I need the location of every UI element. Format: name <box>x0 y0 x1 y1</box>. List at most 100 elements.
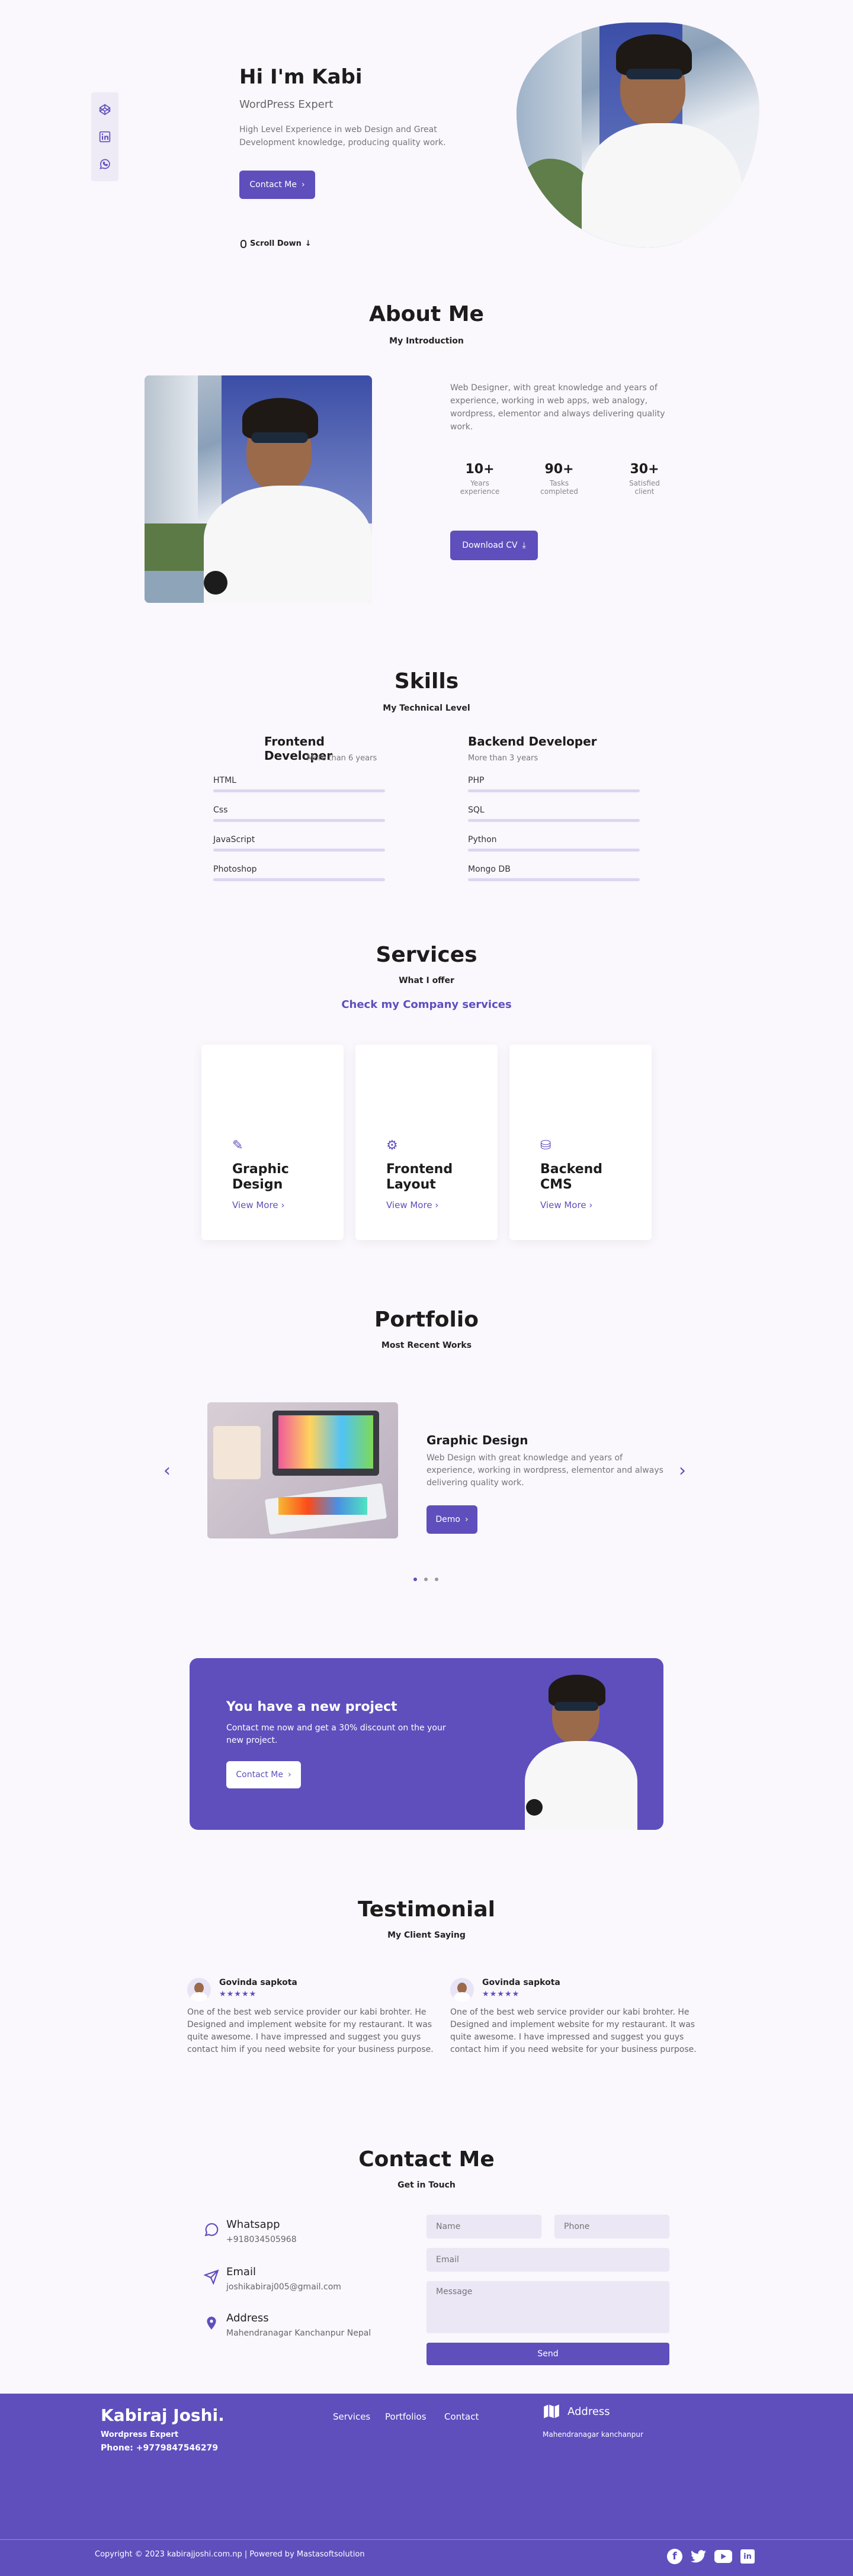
chevron-right-icon: › <box>288 1770 291 1780</box>
email-input[interactable] <box>426 2248 669 2272</box>
about-photo <box>145 375 372 603</box>
stat-label: Years <box>470 479 489 487</box>
portfolio-subtitle: Most Recent Works <box>381 1341 472 1350</box>
download-icon: ⤓ <box>522 541 526 550</box>
footer-link-services[interactable]: Services <box>333 2411 370 2422</box>
demo-label: Demo <box>435 1515 460 1524</box>
contact-whatsapp-value: +918034505968 <box>226 2235 297 2244</box>
linkedin-icon[interactable] <box>95 127 115 147</box>
service-title-line1: Graphic <box>232 1162 289 1177</box>
message-textarea[interactable] <box>426 2281 669 2333</box>
project-contact-button[interactable]: Contact Me › <box>226 1761 301 1788</box>
arrow-down-icon: ↓ <box>304 239 312 248</box>
view-more-label: View More <box>232 1200 278 1210</box>
whatsapp-icon[interactable] <box>95 154 115 174</box>
download-cv-button[interactable]: Download CV ⤓ <box>450 531 538 560</box>
send-button[interactable]: Send <box>426 2343 669 2365</box>
testimonial-name: Govinda sapkota <box>482 1978 560 1987</box>
skills-subtitle: My Technical Level <box>383 704 470 713</box>
stat-clients: 30+ Satisfied client <box>615 462 674 496</box>
scroll-down-label: Scroll Down <box>250 239 302 248</box>
view-more-link[interactable]: View More › <box>540 1200 592 1210</box>
social-sidebar <box>91 92 118 181</box>
services-subtitle: What I offer <box>399 976 454 985</box>
footer-social: f in <box>667 2549 755 2564</box>
twitter-icon[interactable] <box>691 2549 706 2564</box>
carousel-dots <box>413 1578 438 1581</box>
skill-label: Python <box>468 835 497 844</box>
skill-label: PHP <box>468 776 485 785</box>
facebook-icon[interactable]: f <box>667 2549 682 2564</box>
skill-label: Mongo DB <box>468 865 511 874</box>
view-more-link[interactable]: View More › <box>386 1200 438 1210</box>
service-title-line1: Backend <box>540 1162 603 1177</box>
scroll-down-link[interactable]: Scroll Down ↓ <box>240 239 312 248</box>
carousel-prev-button[interactable]: ‹ <box>163 1460 171 1481</box>
stat-experience: 10+ Years experience <box>450 462 509 496</box>
stat-value: 10+ <box>465 462 495 477</box>
portfolio-image <box>207 1402 398 1538</box>
stat-label: Tasks <box>549 479 569 487</box>
hero-photo <box>517 23 759 248</box>
linkedin-icon[interactable]: in <box>740 2549 755 2564</box>
contact-address-title: Address <box>226 2312 269 2324</box>
about-subtitle: My Introduction <box>389 336 464 346</box>
star-rating: ★★★★★ <box>482 1990 520 1999</box>
project-description: Contact me now and get a 30% discount on… <box>226 1723 446 1745</box>
demo-button[interactable]: Demo › <box>426 1505 477 1534</box>
service-card-backend-cms: ⛁ Backend CMS View More › <box>509 1045 652 1240</box>
backend-years: More than 3 years <box>468 754 538 763</box>
contact-email-value: joshikabiraj005@gmail.com <box>226 2282 341 2292</box>
view-more-link[interactable]: View More › <box>232 1200 284 1210</box>
stat-label: experience <box>460 487 500 496</box>
stat-value: 90+ <box>544 462 574 477</box>
carousel-dot[interactable] <box>424 1578 428 1581</box>
codepen-icon[interactable] <box>95 99 115 120</box>
carousel-dot[interactable] <box>435 1578 438 1581</box>
database-icon: ⛁ <box>540 1138 551 1153</box>
carousel-next-button[interactable]: › <box>679 1460 686 1481</box>
service-card-frontend-layout: ⚙ Frontend Layout View More › <box>355 1045 498 1240</box>
contact-address-value: Mahendranagar Kanchanpur Nepal <box>226 2328 371 2338</box>
contact-title: Contact Me <box>358 2147 495 2172</box>
skill-bar <box>213 849 385 852</box>
location-icon <box>204 2315 219 2334</box>
youtube-icon[interactable] <box>714 2550 732 2563</box>
footer-address-title: Address <box>567 2405 610 2418</box>
footer-link-portfolios[interactable]: Portfolios <box>385 2411 426 2422</box>
testimonial-title: Testimonial <box>357 1897 495 1922</box>
palette-icon: ✎ <box>232 1138 243 1153</box>
layout-icon: ⚙ <box>386 1138 398 1153</box>
footer-role: Wordpress Expert <box>101 2430 179 2439</box>
contact-email-title: Email <box>226 2266 256 2278</box>
name-input[interactable] <box>426 2215 541 2238</box>
new-project-banner: You have a new project Contact me now an… <box>190 1658 663 1830</box>
project-title: You have a new project <box>226 1700 397 1714</box>
about-description: Web Designer, with great knowledge and y… <box>450 383 665 432</box>
view-more-label: View More <box>540 1200 586 1210</box>
stat-label: client <box>634 487 655 496</box>
view-more-label: View More <box>386 1200 432 1210</box>
frontend-skills: Frontend Developer More than 6 years HTM… <box>213 734 391 882</box>
service-title: Frontend Layout <box>386 1162 475 1193</box>
testimonial-subtitle: My Client Saying <box>387 1931 466 1940</box>
portfolio-title: Portfolio <box>374 1308 479 1332</box>
footer: Kabiraj Joshi. Wordpress Expert Phone: +… <box>0 2394 853 2576</box>
hero-greeting: Hi I'm Kabi <box>239 65 363 89</box>
skill-bar <box>468 789 640 792</box>
stat-value: 30+ <box>630 462 659 477</box>
contact-me-button[interactable]: Contact Me › <box>239 171 315 199</box>
avatar <box>187 1978 211 2002</box>
footer-brand: Kabiraj Joshi. <box>101 2405 225 2425</box>
service-card-graphic-design: ✎ Graphic Design View More › <box>201 1045 344 1240</box>
contact-subtitle: Get in Touch <box>397 2180 456 2190</box>
footer-link-contact[interactable]: Contact <box>444 2411 479 2422</box>
send-label: Send <box>537 2349 559 2359</box>
services-tagline: Check my Company services <box>341 998 512 1011</box>
stat-label: Satisfied <box>629 479 660 487</box>
carousel-dot[interactable] <box>413 1578 417 1581</box>
phone-input[interactable] <box>554 2215 669 2238</box>
footer-address-value: Mahendranagar kanchanpur <box>543 2430 643 2439</box>
mouse-icon <box>240 239 246 248</box>
whatsapp-icon <box>204 2222 219 2241</box>
